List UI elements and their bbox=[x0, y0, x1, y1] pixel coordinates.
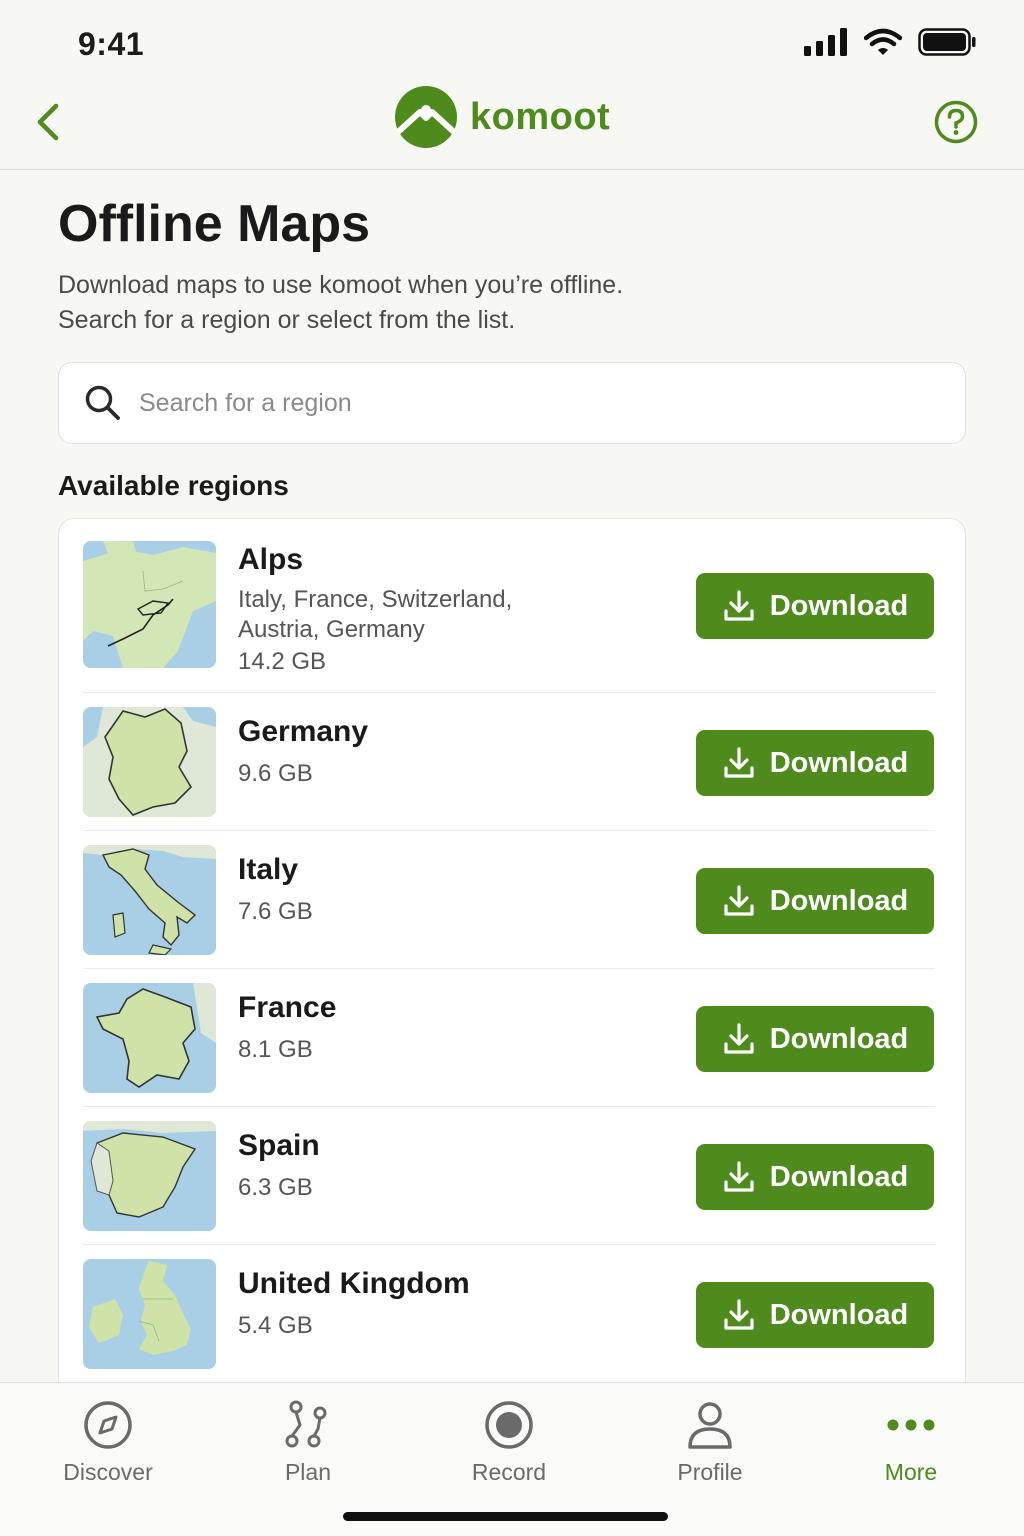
search-box[interactable] bbox=[58, 362, 966, 444]
region-size: 6.3 GB bbox=[238, 1174, 313, 1201]
region-name: United Kingdom bbox=[238, 1267, 470, 1300]
person-icon bbox=[688, 1402, 732, 1449]
countries-line-1: Italy, France, Switzerland, bbox=[238, 586, 513, 613]
record-icon bbox=[485, 1401, 533, 1449]
download-button-germany[interactable]: Download bbox=[696, 730, 934, 796]
status-icons bbox=[804, 28, 976, 56]
logo-text: komoot bbox=[470, 95, 611, 138]
region-name: Germany bbox=[238, 715, 369, 748]
tab-label: Profile bbox=[677, 1459, 743, 1485]
komoot-logo: komoot bbox=[394, 86, 610, 148]
spain-map-thumbnail bbox=[83, 1121, 216, 1231]
tab-discover[interactable]: Discover bbox=[38, 1399, 178, 1486]
download-icon bbox=[724, 885, 754, 916]
download-icon bbox=[724, 1161, 754, 1192]
download-icon bbox=[724, 1299, 754, 1330]
app-header: komoot bbox=[0, 86, 1024, 170]
download-icon bbox=[724, 590, 754, 621]
tab-label: Discover bbox=[63, 1459, 153, 1485]
compass-icon bbox=[84, 1401, 132, 1449]
download-button-italy[interactable]: Download bbox=[696, 868, 934, 934]
region-row-france: France 8.1 GB Download bbox=[83, 969, 935, 1107]
tab-plan[interactable]: Plan bbox=[238, 1399, 378, 1486]
help-icon bbox=[934, 100, 978, 144]
region-name: Spain bbox=[238, 1129, 320, 1162]
download-button-united-kingdom[interactable]: Download bbox=[696, 1282, 934, 1348]
download-icon bbox=[724, 747, 754, 778]
more-dots-icon bbox=[887, 1419, 935, 1431]
region-size: 5.4 GB bbox=[238, 1312, 313, 1339]
region-size: 9.6 GB bbox=[238, 760, 313, 787]
italy-map-thumbnail bbox=[83, 845, 216, 955]
download-button-france[interactable]: Download bbox=[696, 1006, 934, 1072]
uk-map-thumbnail bbox=[83, 1259, 216, 1369]
france-map-thumbnail bbox=[83, 983, 216, 1093]
description-line-2: Search for a region or select from the l… bbox=[58, 306, 516, 334]
battery-icon bbox=[918, 28, 976, 56]
download-button-alps[interactable]: Download bbox=[696, 573, 934, 639]
section-title: Available regions bbox=[58, 470, 289, 501]
region-size: 14.2 GB bbox=[238, 648, 327, 675]
tab-profile[interactable]: Profile bbox=[640, 1399, 780, 1486]
tab-label: More bbox=[884, 1459, 938, 1485]
route-icon bbox=[285, 1400, 327, 1448]
region-row-italy: Italy 7.6 GB Download bbox=[83, 831, 935, 969]
wifi-icon bbox=[864, 28, 902, 55]
home-indicator bbox=[343, 1512, 668, 1521]
region-countries: Italy, France, Switzerland, Austria, Ger… bbox=[238, 585, 658, 645]
komoot-logo-icon bbox=[395, 86, 457, 148]
back-button[interactable] bbox=[30, 100, 70, 144]
region-size: 8.1 GB bbox=[238, 1036, 313, 1063]
region-size: 7.6 GB bbox=[238, 898, 313, 925]
germany-map-thumbnail bbox=[83, 707, 216, 817]
regions-list: Alps Italy, France, Switzerland, Austria… bbox=[58, 518, 966, 1418]
tab-label: Plan bbox=[284, 1459, 332, 1485]
help-button[interactable] bbox=[934, 100, 978, 144]
status-time: 9:41 bbox=[78, 26, 145, 62]
region-row-alps: Alps Italy, France, Switzerland, Austria… bbox=[83, 519, 935, 693]
download-button-label: Download bbox=[769, 1298, 909, 1331]
tab-label: Record bbox=[471, 1459, 547, 1485]
download-button-spain[interactable]: Download bbox=[696, 1144, 934, 1210]
description-line-1: Download maps to use komoot when you’re … bbox=[58, 271, 624, 299]
download-button-label: Download bbox=[769, 884, 909, 917]
download-button-label: Download bbox=[769, 746, 909, 779]
chevron-left-icon bbox=[37, 103, 59, 141]
countries-line-2: Austria, Germany bbox=[238, 616, 425, 643]
region-name: France bbox=[238, 991, 337, 1024]
download-button-label: Download bbox=[769, 1160, 909, 1193]
download-button-label: Download bbox=[769, 1022, 909, 1055]
download-button-label: Download bbox=[769, 589, 909, 622]
region-row-germany: Germany 9.6 GB Download bbox=[83, 693, 935, 831]
tab-more[interactable]: More bbox=[841, 1399, 981, 1486]
page-title: Offline Maps bbox=[58, 195, 371, 253]
region-name: Italy bbox=[238, 853, 299, 886]
download-icon bbox=[724, 1023, 754, 1054]
search-icon bbox=[85, 385, 120, 420]
status-bar: 9:41 bbox=[0, 0, 1024, 86]
page-description: Download maps to use komoot when you’re … bbox=[58, 268, 958, 338]
region-row-spain: Spain 6.3 GB Download bbox=[83, 1107, 935, 1245]
region-name: Alps bbox=[238, 543, 304, 576]
alps-map-thumbnail bbox=[83, 541, 216, 668]
cellular-signal-icon bbox=[804, 28, 847, 56]
search-input[interactable] bbox=[139, 388, 919, 418]
tab-record[interactable]: Record bbox=[439, 1399, 579, 1486]
